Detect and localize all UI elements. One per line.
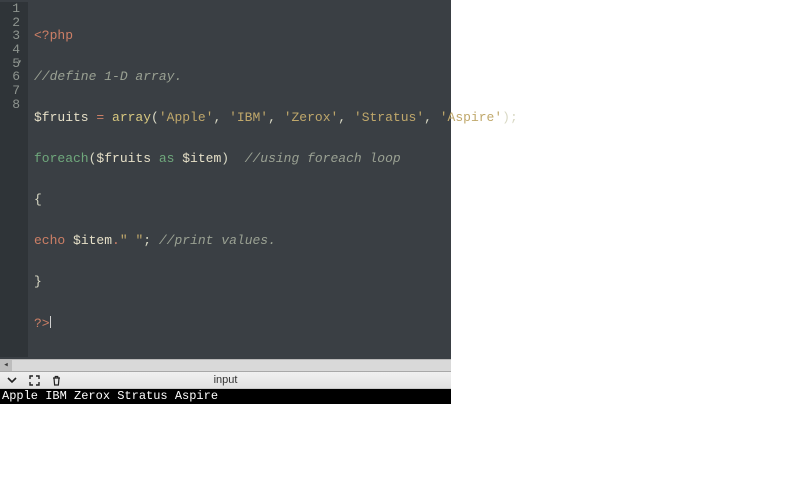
code-comment: //print values.: [159, 233, 276, 248]
code-punc: ,: [268, 110, 284, 125]
line-number: 8: [6, 98, 20, 112]
code-variable: $item: [182, 151, 221, 166]
code-punc: (: [151, 110, 159, 125]
code-string: 'Aspire': [440, 110, 502, 125]
code-punc: );: [502, 110, 518, 125]
line-number[interactable]: 5: [6, 57, 20, 71]
code-variable: $fruits: [96, 151, 151, 166]
trash-icon[interactable]: [50, 374, 62, 386]
code-string: " ": [120, 233, 143, 248]
code-brace: {: [34, 192, 42, 207]
line-number: 2: [6, 16, 20, 30]
code-keyword: as: [151, 151, 182, 166]
code-string: 'Zerox': [284, 110, 339, 125]
code-space: [65, 233, 73, 248]
expand-icon[interactable]: [28, 374, 40, 386]
line-number: 4: [6, 43, 20, 57]
code-operator: .: [112, 233, 120, 248]
code-content[interactable]: <?php //define 1-D array. $fruits = arra…: [28, 2, 518, 357]
code-variable: $item: [73, 233, 112, 248]
code-variable: $fruits: [34, 110, 89, 125]
code-keyword: foreach: [34, 151, 89, 166]
line-number-gutter: 1 2 3 4 5 6 7 8: [0, 2, 28, 357]
code-string: 'IBM': [229, 110, 268, 125]
code-punc: ,: [213, 110, 229, 125]
line-number: 3: [6, 29, 20, 43]
text-cursor: [50, 316, 51, 328]
code-operator: =: [89, 110, 112, 125]
code-punc: ;: [143, 233, 159, 248]
code-function: array: [112, 110, 151, 125]
io-toolbar: input: [0, 372, 451, 389]
input-label: input: [214, 374, 238, 386]
line-number: 6: [6, 70, 20, 84]
scrollbar-track[interactable]: [12, 360, 451, 371]
php-open-tag: <?php: [34, 28, 73, 43]
code-brace: }: [34, 274, 42, 289]
code-string: 'Stratus': [354, 110, 424, 125]
horizontal-scrollbar[interactable]: ◂: [0, 359, 451, 372]
code-punc: ,: [338, 110, 354, 125]
line-number: 1: [6, 2, 20, 16]
code-string: 'Apple': [159, 110, 214, 125]
chevron-down-icon[interactable]: [6, 374, 18, 386]
program-output: Apple IBM Zerox Stratus Aspire: [0, 389, 451, 404]
php-close-tag: ?>: [34, 316, 50, 331]
code-editor[interactable]: 1 2 3 4 5 6 7 8 <?php //define 1-D array…: [0, 0, 451, 359]
line-number: 7: [6, 84, 20, 98]
editor-panel: 1 2 3 4 5 6 7 8 <?php //define 1-D array…: [0, 0, 451, 404]
code-comment: //define 1-D array.: [34, 69, 182, 84]
scroll-left-icon[interactable]: ◂: [0, 360, 12, 371]
code-punc: ,: [424, 110, 440, 125]
code-keyword: echo: [34, 233, 65, 248]
code-comment: //using foreach loop: [245, 151, 401, 166]
code-punc: ): [221, 151, 244, 166]
